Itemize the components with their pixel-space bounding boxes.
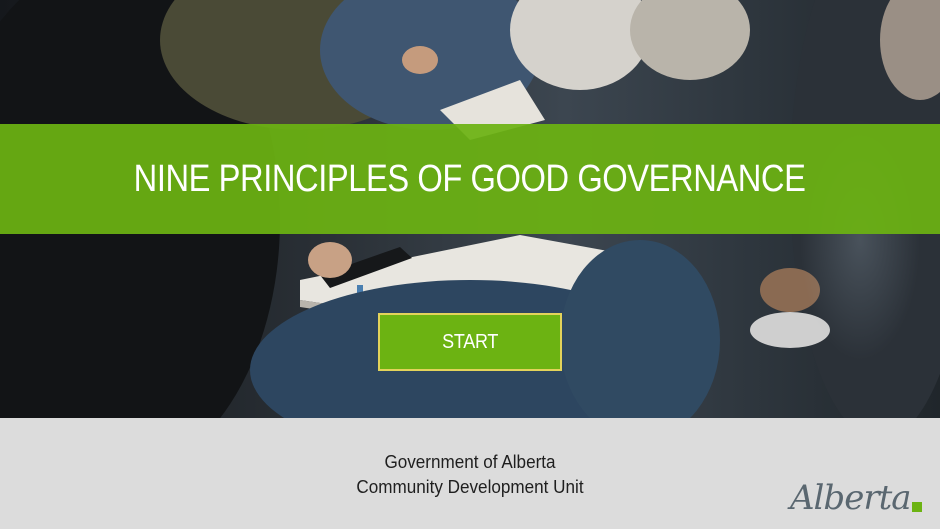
footer-line-unit: Community Development Unit xyxy=(356,477,584,497)
logo-green-square-icon xyxy=(912,502,922,512)
start-button[interactable]: START xyxy=(378,313,562,371)
footer: Government of Alberta Community Developm… xyxy=(0,418,940,529)
alberta-logo: Alberta xyxy=(790,478,930,524)
start-button-label: START xyxy=(442,330,498,353)
alberta-logo-text: Alberta xyxy=(790,478,911,518)
footer-line-organization: Government of Alberta xyxy=(384,452,556,472)
title-band: NINE PRINCIPLES OF GOOD GOVERNANCE xyxy=(0,124,940,234)
page-title: NINE PRINCIPLES OF GOOD GOVERNANCE xyxy=(134,157,806,200)
